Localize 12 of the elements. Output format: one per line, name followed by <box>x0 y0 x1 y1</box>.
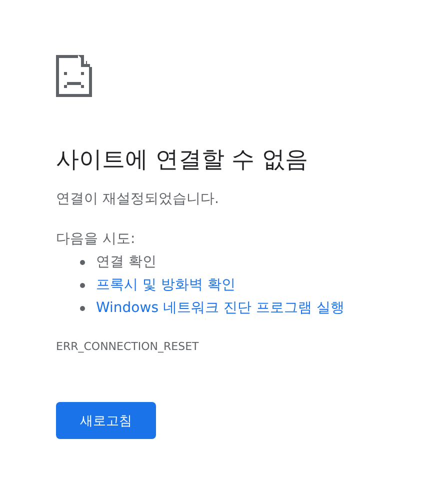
error-summary: 연결이 재설정되었습니다. <box>56 190 219 209</box>
suggestion-link[interactable]: Windows 네트워크 진단 프로그램 실행 <box>96 298 344 318</box>
suggestion-text: 연결 확인 <box>96 253 156 272</box>
suggestions-label: 다음을 시도: <box>56 230 136 249</box>
bullet-icon <box>80 282 85 288</box>
error-code: ERR_CONNECTION_RESET <box>56 339 199 355</box>
bullet-icon <box>80 306 85 310</box>
suggestion-link[interactable]: 프록시 및 방화벽 확인 <box>96 275 236 295</box>
bullet-icon <box>80 260 85 264</box>
sad-page-icon <box>56 55 92 97</box>
reload-button[interactable]: 새로고침 <box>56 402 156 439</box>
error-heading: 사이트에 연결할 수 없음 <box>56 146 308 175</box>
